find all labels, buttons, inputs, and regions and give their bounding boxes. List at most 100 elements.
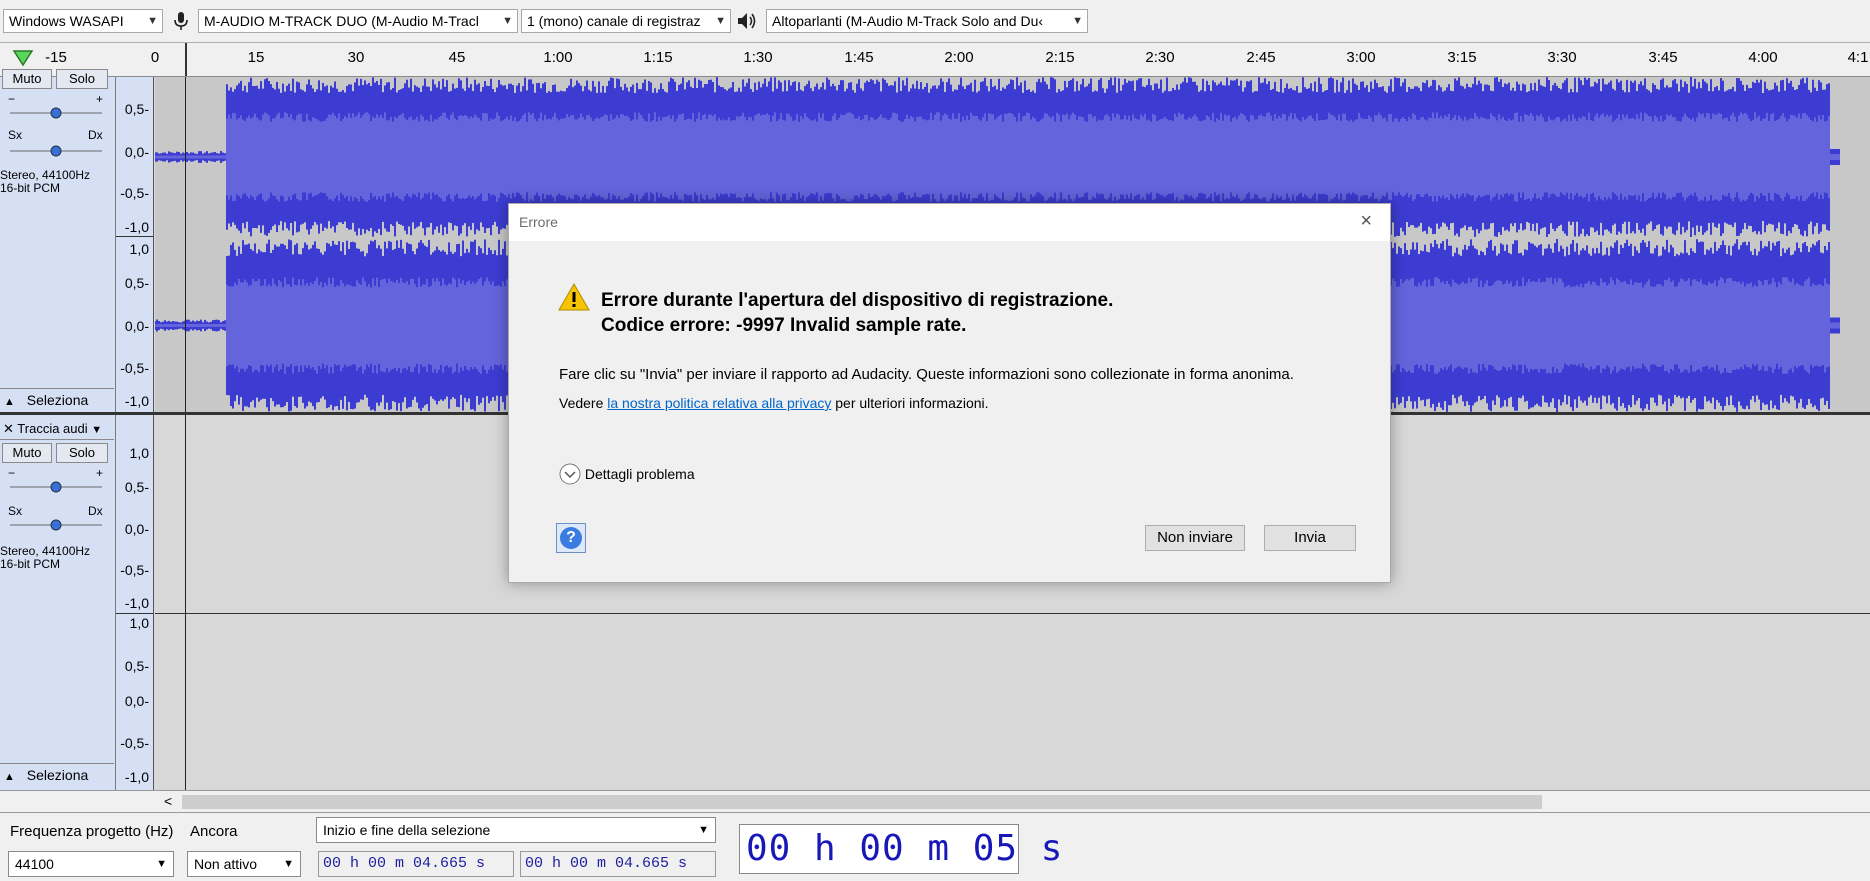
audio-host-select[interactable]: Windows WASAPI ▼ [3,9,163,33]
track2-name-bar[interactable]: ✕ Traccia audi ▼ [0,419,114,440]
scale-label: 1,0 [129,445,149,461]
scroll-thumb[interactable] [182,795,1542,809]
scale-label: 0,5- [124,101,149,117]
chevron-down-icon: ▼ [1072,15,1083,27]
track1-pan-left-label: Sx [8,128,23,142]
channel-divider [155,613,1870,614]
selection-start-time[interactable]: 00 h 00 m 04.665 s [318,851,514,877]
scale-label: -1,0 [124,769,149,785]
waveform-rms [154,112,1840,202]
ruler-tick: 4:00 [1748,49,1778,66]
channel-divider [116,236,153,237]
ruler-tick: 2:00 [944,49,974,66]
speaker-icon [738,13,756,29]
close-icon[interactable]: × [1360,210,1372,233]
track1-select-button[interactable]: ▲ Seleziona [0,388,114,411]
error-code: Codice errore: -9997 Invalid sample rate… [601,315,967,336]
snap-label: Ancora [190,823,238,840]
selection-mode-select[interactable]: Inizio e fine della selezione ▼ [316,817,716,843]
ruler-tick: 2:30 [1145,49,1175,66]
dont-send-button[interactable]: Non inviare [1145,525,1245,551]
ruler-tick: 3:30 [1547,49,1577,66]
channel-divider [116,613,153,614]
details-expander[interactable]: Dettagli problema [559,463,695,485]
track2-vertical-ruler: 1,0 0,5- 0,0- -0,5- -1,0 1,0 0,5- 0,0- -… [116,415,154,790]
ruler-tick: 0 [150,49,160,66]
scale-label: -0,5- [120,735,149,751]
track2-control-panel[interactable]: ✕ Traccia audi ▼ Muto Solo − + Sx Dx Ste… [0,415,116,790]
track2-select-button[interactable]: ▲ Seleziona [0,763,114,786]
cursor-line [185,77,186,412]
scale-label: -1,0 [124,219,149,235]
snap-select[interactable]: Non attivo ▼ [187,851,301,877]
send-button[interactable]: Invia [1264,525,1356,551]
track2-format-line2: 16-bit PCM [0,557,61,571]
privacy-policy-link[interactable]: la nostra politica relativa alla privacy [607,395,831,411]
project-rate-value: 44100 [15,856,54,872]
help-icon: ? [560,527,582,549]
cursor-line [185,415,186,790]
scale-label: 0,5- [124,479,149,495]
ruler-tick: 3:15 [1447,49,1477,66]
collapse-icon: ▲ [4,771,15,783]
ruler-tick: 3:45 [1648,49,1678,66]
ruler-tick: 1:45 [844,49,874,66]
privacy-suffix: per ulteriori informazioni. [835,395,989,411]
scale-label: -0,5- [120,185,149,201]
ruler-zero-marker [185,43,187,76]
scale-label: -1,0 [124,393,149,409]
horizontal-scrollbar[interactable]: < [0,790,1870,813]
play-head-icon[interactable] [12,49,34,67]
dialog-title-bar[interactable]: Errore × [509,204,1390,241]
playback-device-select[interactable]: Altoparlanti (M-Audio M-Track Solo and D… [766,9,1088,33]
track1-solo-button[interactable]: Solo [56,69,108,89]
recording-device-value: M-AUDIO M-TRACK DUO (M-Audio M-Tracl [204,13,479,29]
track1-gain-slider[interactable] [8,105,104,119]
track-menu-chevron-icon[interactable]: ▼ [91,424,102,436]
audio-position-value: 00 h 00 m 05 s [746,828,1064,869]
selection-end-value: 00 h 00 m 04.665 s [525,855,688,872]
scale-label: -0,5- [120,360,149,376]
chevron-down-icon: ▼ [502,15,513,27]
scale-label: 1,0 [129,615,149,631]
microphone-icon [174,12,188,30]
track1-pan-slider[interactable] [8,143,104,157]
ruler-tick: 2:45 [1246,49,1276,66]
timeline-ruler[interactable]: -15 0 15 30 45 1:00 1:15 1:30 1:45 2:00 … [0,43,1870,77]
scale-label: 0,0- [124,318,149,334]
close-icon[interactable]: ✕ [3,421,14,436]
audio-position-time[interactable]: 00 h 00 m 05 s [739,824,1062,874]
track2-solo-button[interactable]: Solo [56,443,108,463]
ruler-tick: 1:00 [543,49,573,66]
track1-vertical-ruler: 0,5- 0,0- -0,5- -1,0 1,0 0,5- 0,0- -0,5-… [116,77,154,412]
dialog-title: Errore [519,214,558,230]
scale-label: -0,5- [120,562,149,578]
track2-pan-slider[interactable] [8,517,104,531]
chevron-down-icon: ▼ [283,858,294,870]
chevron-down-circle-icon [559,463,581,485]
track1-mute-button[interactable]: Muto [2,69,52,89]
scale-label: 1,0 [129,241,149,257]
help-button[interactable]: ? [556,523,586,553]
scale-label: 0,5- [124,275,149,291]
track2-gain-slider[interactable] [8,479,104,493]
project-rate-label: Frequenza progetto (Hz) [10,823,174,840]
ruler-tick: 45 [448,49,466,66]
track2-mute-button[interactable]: Muto [2,443,52,463]
privacy-prefix: Vedere [559,395,604,411]
track1-pan-right-label: Dx [88,128,103,142]
recording-channels-select[interactable]: 1 (mono) canale di registraz ▼ [521,9,731,33]
privacy-line: Vedere la nostra politica relativa alla … [559,395,989,411]
project-rate-select[interactable]: 44100 ▼ [8,851,174,877]
snap-value: Non attivo [194,856,258,872]
scroll-left-icon[interactable]: < [164,793,172,809]
track1-control-panel[interactable]: Muto Solo − + Sx Dx Stereo, 44100Hz 16-b… [0,69,116,412]
chevron-down-icon: ▼ [698,824,709,836]
selection-end-time[interactable]: 00 h 00 m 04.665 s [520,851,716,877]
chevron-down-icon: ▼ [147,15,158,27]
ruler-tick: 3:00 [1346,49,1376,66]
ruler-tick: 2:15 [1045,49,1075,66]
track2-select-label: Seleziona [26,767,89,783]
track2-name: Traccia audi [17,421,88,436]
recording-device-select[interactable]: M-AUDIO M-TRACK DUO (M-Audio M-Tracl ▼ [198,9,518,33]
